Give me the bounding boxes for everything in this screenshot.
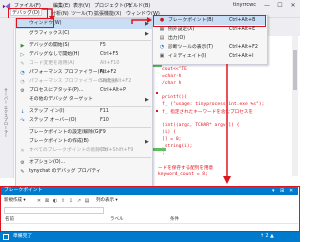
submenu-arrow-icon: ▶ (145, 31, 149, 37)
breakpoints-search-input[interactable] (4, 207, 104, 214)
diagnostic-tools-icon: ◔ (159, 44, 165, 50)
breakpoint-glyph (156, 110, 158, 112)
window-title: tinyrrcwc (233, 2, 256, 8)
submenu-item-output[interactable]: ▤ 出力(O) (152, 34, 266, 43)
debug-menu-item-step-over[interactable]: ↷ ステップ オーバー(O) F10 (16, 116, 152, 126)
submenu-arrow-icon: ▶ (145, 97, 149, 103)
exception-settings-icon: ▦ (159, 26, 165, 32)
breakpoints-panel-title: ブレークポイント (4, 188, 43, 193)
debug-menu-item-debug-properties[interactable]: ✎ tynychat のデバッグ プロパティ (16, 167, 152, 177)
menu-build[interactable]: ビルド(B) (127, 2, 151, 10)
code-line: ; (162, 151, 165, 156)
maximize-button[interactable]: ☐ (275, 1, 285, 10)
status-bar (0, 232, 300, 242)
flame-icon: ✎ (20, 61, 25, 67)
debug-menu-item-delete-all-breakpoints[interactable]: ✕ すべてのブレークポイントの削除(D) Ctrl+Shift+F9 (16, 146, 152, 156)
breakpoints-panel-header (1, 187, 298, 195)
code-line: (int)(argc, TCHAR* argv[]) { (162, 123, 240, 128)
scrollbar-thumb[interactable] (293, 50, 297, 90)
status-ready-icon (3, 234, 9, 240)
delete-breakpoints-icon: ✕ (20, 148, 25, 154)
code-line: printf(){ (162, 95, 187, 100)
left-tool-strip: サーバー エクスプローラー (0, 28, 14, 178)
profiler-restart-icon: ◔ (20, 79, 25, 85)
columns-dropdown[interactable]: 列の表示 ▾ (96, 197, 118, 205)
step-into-icon: ↓ (20, 109, 25, 115)
status-source-control[interactable]: ↑ 2 ▲ (260, 232, 274, 242)
goto-disassembly-icon[interactable]: ▤ (84, 198, 90, 204)
panel-dropdown-button[interactable]: ▾ (272, 187, 275, 195)
code-line: ードを保存する配列を用意 (158, 166, 214, 171)
delete-all-icon[interactable]: ⊠ (44, 198, 50, 204)
output-icon: ▤ (159, 35, 165, 41)
server-explorer-tab[interactable]: サーバー エクスプローラー (3, 88, 9, 137)
export-icon[interactable]: ⇪ (60, 198, 66, 204)
goto-source-icon[interactable]: ↗ (76, 198, 82, 204)
gear-icon: ⚙ (20, 160, 25, 166)
toggle-all-icon[interactable]: ◐ (52, 198, 58, 204)
menu-tools[interactable]: ツール(T) (70, 10, 94, 18)
code-line: [] = 0; (162, 137, 182, 142)
menu-view[interactable]: 表示(V) (72, 2, 91, 10)
code-line: keyword_count = 8; (158, 172, 208, 177)
code-line: cout<<"TE (162, 67, 187, 72)
column-header-divider (1, 223, 298, 224)
code-line: =char-h (162, 74, 182, 79)
submenu-item-exception-settings[interactable]: ▦ 例外設定(X) Ctrl+Alt+E (152, 25, 266, 34)
import-icon[interactable]: ⇩ (68, 198, 74, 204)
status-text: 準備完了 (13, 234, 33, 239)
play-icon: ▶ (20, 43, 25, 49)
menu-analyze[interactable]: 分析(N) (50, 10, 70, 18)
submenu-arrow-icon: ▶ (145, 21, 149, 27)
delete-icon[interactable]: ✕ (36, 198, 42, 204)
immediate-window-icon: ▣ (159, 53, 165, 59)
panel-pin-button[interactable]: ⊞ (280, 187, 284, 195)
profiler-icon: ◔ (20, 70, 25, 76)
wrench-icon: ✎ (20, 169, 25, 175)
debug-menu-item-graphics[interactable]: グラフィックス(C) ▶ (16, 29, 152, 39)
submenu-item-immediate[interactable]: ▣ イミディエイト(I) Ctrl+Alt+I (152, 52, 266, 61)
code-line: f_ ("usage: tinyprocess:int.exe %s"); (162, 102, 265, 107)
code-line: /char h (162, 81, 182, 86)
windows-item-highlight (16, 18, 54, 28)
code-line: f_ 指定されたキーワードを含むプロセスを (162, 110, 253, 115)
code-line: _string(i); (162, 144, 193, 149)
attach-process-icon: ⚙ (20, 88, 25, 94)
minimize-button[interactable]: — (262, 1, 272, 10)
menu-edit[interactable]: 編集(E) (52, 2, 71, 10)
menu-extensions[interactable]: 拡張機能(X) (93, 10, 122, 18)
debug-menu-item-other-targets[interactable]: その他のデバッグ ターゲット ▶ (16, 95, 152, 105)
new-breakpoint-dropdown[interactable]: 新規作成 ▾ (4, 197, 26, 205)
breakpoint-glyph (156, 92, 158, 94)
panel-close-button[interactable]: ✕ (289, 187, 293, 195)
play-outline-icon: ▷ (20, 52, 25, 58)
submenu-item-diagnostic-tools[interactable]: ◔ 診断ツールの表示(T) Ctrl+Alt+F2 (152, 43, 266, 52)
code-line: (i) { (162, 130, 176, 135)
close-button[interactable]: ✕ (288, 1, 298, 10)
step-over-icon: ↷ (20, 118, 25, 124)
